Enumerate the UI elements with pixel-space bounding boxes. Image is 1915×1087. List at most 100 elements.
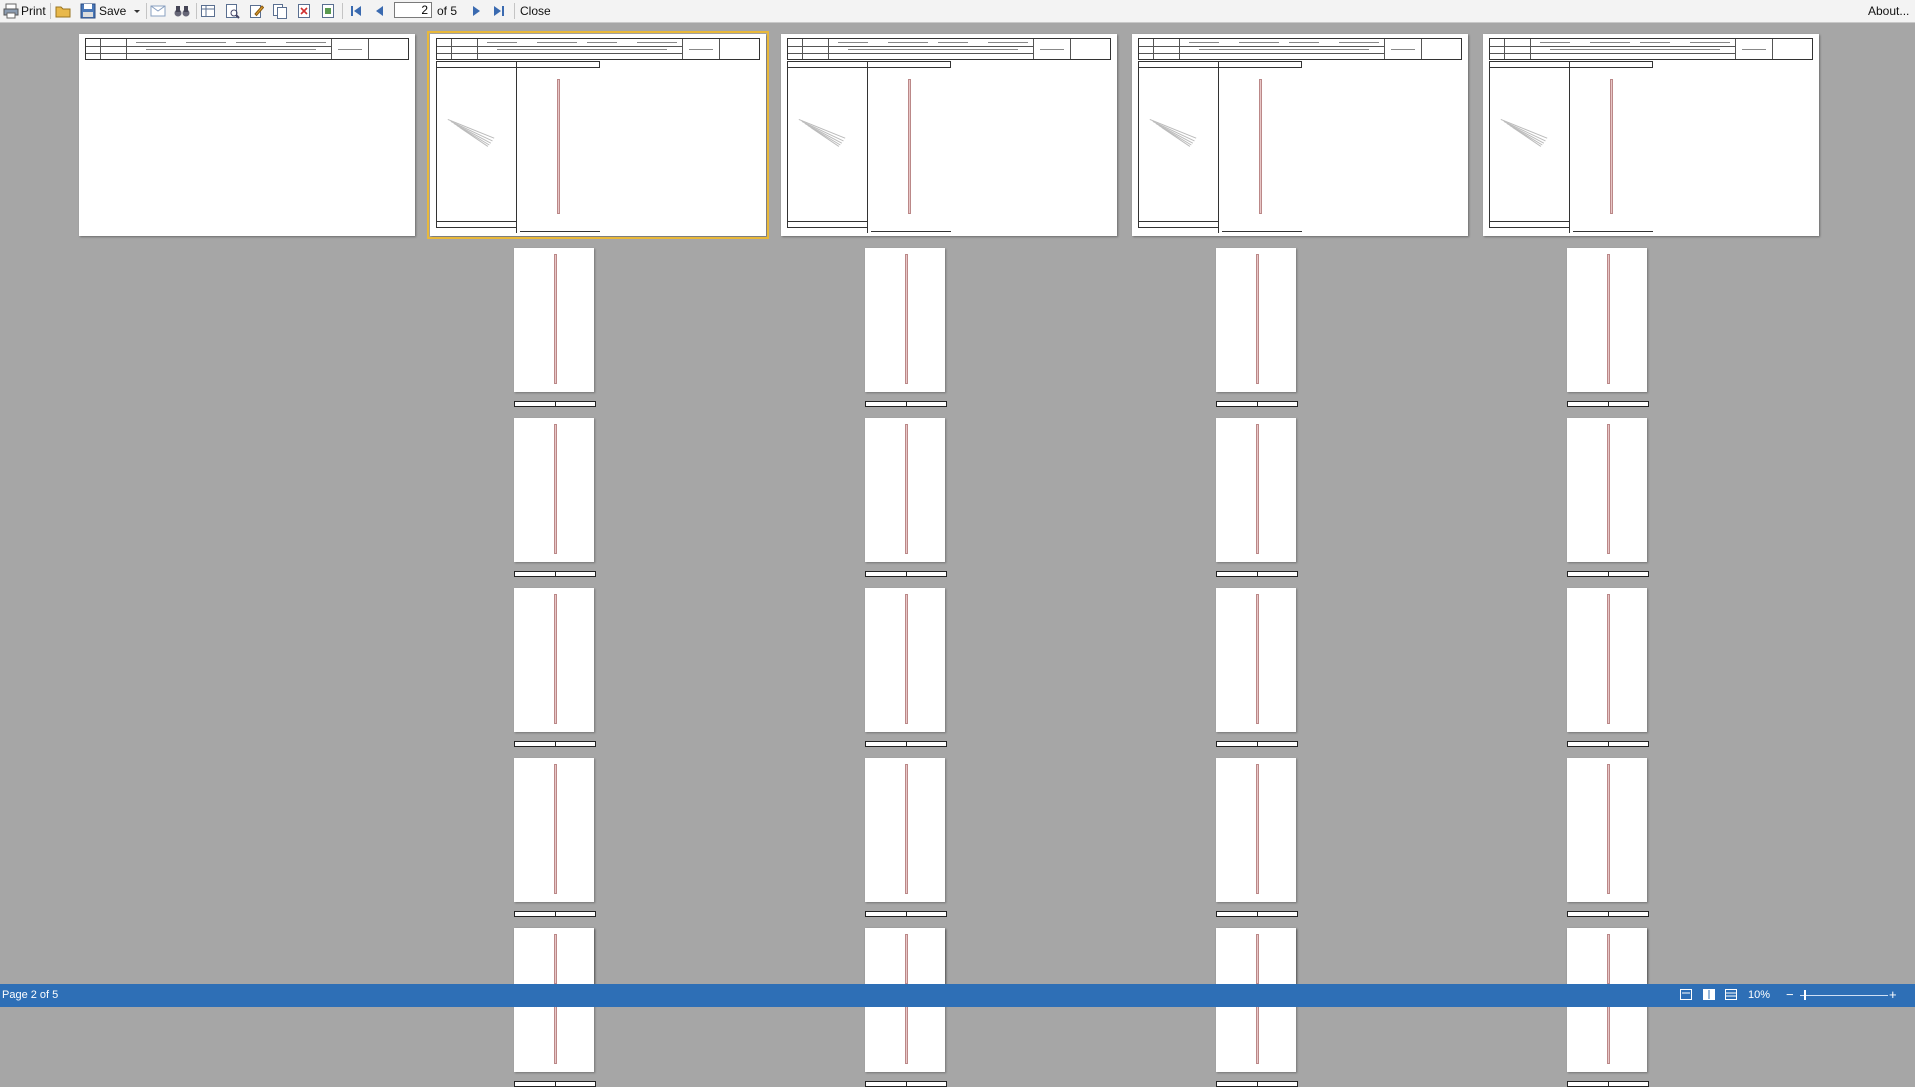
strip-footer bbox=[514, 401, 596, 407]
export-page-icon[interactable] bbox=[320, 3, 336, 19]
table-rule bbox=[1218, 61, 1219, 233]
strip-footer bbox=[1567, 1081, 1649, 1087]
well-column bbox=[1256, 254, 1259, 384]
table-rule bbox=[1257, 572, 1258, 576]
header-text-line bbox=[136, 42, 166, 43]
table-rule bbox=[1489, 227, 1569, 228]
page-strip[interactable] bbox=[865, 588, 945, 732]
table-rule bbox=[555, 572, 556, 576]
strip-footer bbox=[865, 1081, 947, 1087]
save-disk-icon[interactable] bbox=[80, 3, 96, 19]
table-rule bbox=[787, 67, 951, 68]
table-rule bbox=[719, 39, 720, 59]
page-strip[interactable] bbox=[514, 418, 594, 562]
page-strip[interactable] bbox=[514, 928, 594, 984]
page-strip[interactable] bbox=[865, 928, 945, 984]
table-rule bbox=[1608, 572, 1609, 576]
next-page-icon[interactable] bbox=[468, 3, 484, 19]
header-text-line bbox=[1640, 42, 1670, 43]
open-folder-icon[interactable] bbox=[55, 3, 71, 19]
page-thumbnail[interactable] bbox=[1483, 34, 1819, 236]
multi-page-view-icon[interactable] bbox=[1724, 988, 1738, 1001]
page-thumbnail[interactable] bbox=[427, 31, 769, 239]
statusbar: Page 2 of 5 10% − + bbox=[0, 984, 1915, 1007]
page-strip[interactable] bbox=[865, 418, 945, 562]
page-thumbnail[interactable] bbox=[781, 34, 1117, 236]
table-rule bbox=[906, 742, 907, 746]
table-rule bbox=[1489, 61, 1490, 227]
page-strip[interactable] bbox=[1567, 758, 1647, 902]
table-rule bbox=[906, 402, 907, 406]
page-number-input[interactable] bbox=[394, 2, 432, 18]
zoom-slider[interactable] bbox=[1800, 995, 1888, 996]
header-text-line bbox=[487, 42, 517, 43]
header-text-line bbox=[689, 49, 713, 50]
table-rule bbox=[331, 39, 332, 59]
header-text-line bbox=[1199, 49, 1369, 50]
table-rule bbox=[1139, 46, 1384, 47]
zoom-out-button[interactable]: − bbox=[1786, 987, 1794, 1002]
table-rule bbox=[1384, 39, 1385, 59]
table-rule bbox=[86, 53, 331, 54]
strip-footer bbox=[865, 911, 947, 917]
table-rule bbox=[787, 61, 951, 62]
table-rule bbox=[555, 912, 556, 916]
save-button[interactable]: Save bbox=[99, 2, 126, 20]
table-rule bbox=[1153, 39, 1154, 59]
first-page-icon[interactable] bbox=[348, 3, 364, 19]
page-header-table bbox=[1489, 38, 1813, 60]
table-rule bbox=[906, 1082, 907, 1086]
previous-page-icon[interactable] bbox=[372, 3, 388, 19]
about-button[interactable]: About... bbox=[1868, 2, 1909, 20]
header-text-line bbox=[1690, 42, 1730, 43]
page-strip[interactable] bbox=[514, 248, 594, 392]
zoom-in-button[interactable]: + bbox=[1889, 987, 1897, 1002]
strip-footer bbox=[865, 571, 947, 577]
table-rule bbox=[437, 46, 682, 47]
page-strip[interactable] bbox=[1216, 928, 1296, 984]
last-page-icon[interactable] bbox=[491, 3, 507, 19]
table-rule bbox=[1033, 39, 1034, 59]
email-icon[interactable] bbox=[150, 3, 166, 19]
well-column bbox=[557, 79, 560, 214]
chevron-down-icon[interactable] bbox=[132, 3, 142, 19]
printer-icon[interactable] bbox=[3, 3, 19, 19]
table-rule bbox=[1489, 67, 1653, 68]
delete-page-icon[interactable] bbox=[296, 3, 312, 19]
table-rule bbox=[100, 39, 101, 59]
page-strip[interactable] bbox=[1567, 418, 1647, 562]
page-layout-icon[interactable] bbox=[200, 3, 216, 19]
table-rule bbox=[788, 53, 1033, 54]
page-strip[interactable] bbox=[1216, 588, 1296, 732]
page-strip[interactable] bbox=[1567, 928, 1647, 984]
well-column bbox=[1610, 79, 1613, 214]
table-rule bbox=[436, 61, 437, 227]
page-strip[interactable] bbox=[514, 588, 594, 732]
table-rule bbox=[555, 402, 556, 406]
page-thumbnail[interactable] bbox=[79, 34, 415, 236]
copy-page-icon[interactable] bbox=[272, 3, 288, 19]
print-button[interactable]: Print bbox=[21, 2, 46, 20]
page-strip[interactable] bbox=[1216, 418, 1296, 562]
table-rule bbox=[1222, 231, 1302, 232]
table-rule bbox=[906, 572, 907, 576]
page-strip[interactable] bbox=[865, 758, 945, 902]
page-strip[interactable] bbox=[1567, 248, 1647, 392]
binoculars-icon[interactable] bbox=[174, 3, 190, 19]
page-thumbnail[interactable] bbox=[1132, 34, 1468, 236]
page-strip[interactable] bbox=[1567, 588, 1647, 732]
strip-footer bbox=[865, 741, 947, 747]
zoom-page-icon[interactable] bbox=[224, 3, 240, 19]
edit-page-icon[interactable] bbox=[248, 3, 265, 19]
page-strip[interactable] bbox=[1216, 248, 1296, 392]
close-button[interactable]: Close bbox=[520, 2, 551, 20]
well-column bbox=[905, 594, 908, 724]
single-page-view-icon[interactable] bbox=[1679, 988, 1693, 1001]
two-page-view-icon[interactable] bbox=[1702, 988, 1716, 1001]
page-strip[interactable] bbox=[1216, 758, 1296, 902]
zoom-slider-thumb[interactable] bbox=[1804, 990, 1806, 1000]
separator bbox=[146, 3, 147, 19]
page-strip[interactable] bbox=[514, 758, 594, 902]
page-strip[interactable] bbox=[865, 248, 945, 392]
page-count-label: of 5 bbox=[437, 4, 458, 18]
